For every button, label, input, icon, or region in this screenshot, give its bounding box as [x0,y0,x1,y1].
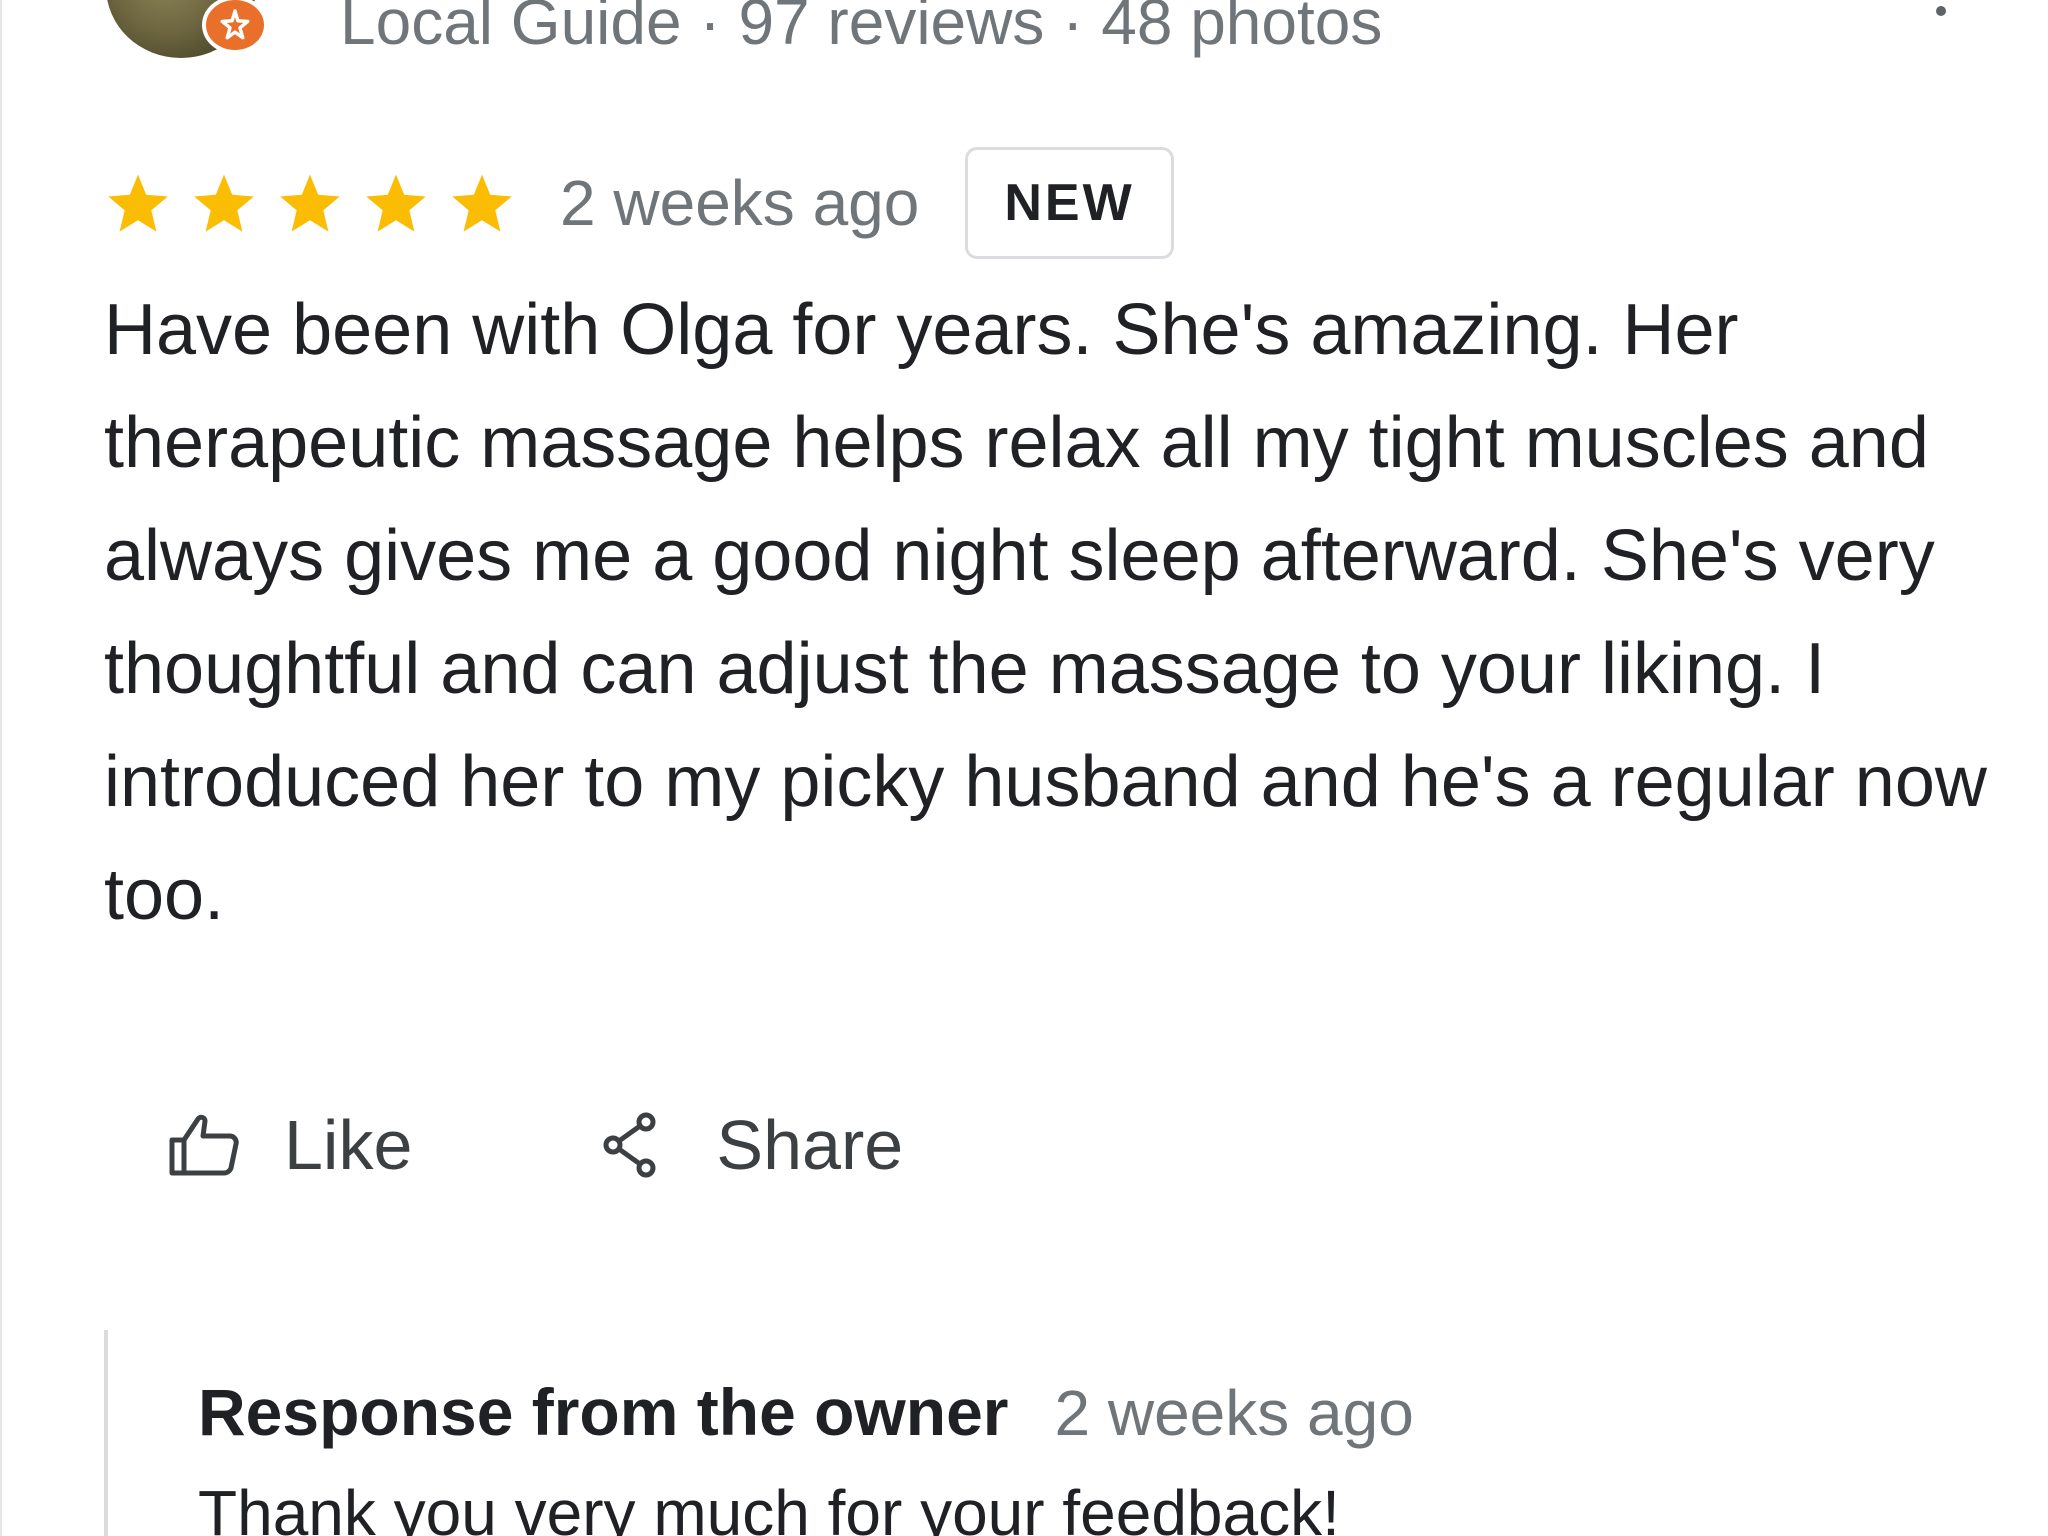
owner-response-text: Thank you very much for your feedback! [198,1477,1340,1536]
review-card: Local Guide · 97 reviews · 48 photos 2 w… [0,0,2048,1536]
menu-dot [1936,6,1946,16]
thumbs-up-icon [169,1114,239,1176]
review-date: 2 weeks ago [560,167,920,239]
star-icon [276,170,344,236]
review-text: Have been with Olga for years. She's ama… [104,290,1987,935]
star-icon [362,170,430,236]
share-button[interactable]: Share [602,1090,903,1200]
local-guide-badge-icon [202,0,268,54]
review-actions: Like Share [168,1090,903,1200]
owner-response-header: Response from the owner 2 weeks ago [198,1374,1414,1450]
new-badge: NEW [965,147,1174,259]
reviewer-meta[interactable]: Local Guide · 97 reviews · 48 photos [340,0,1382,60]
star-icon [190,170,258,236]
rating-row: 2 weeks ago NEW [104,146,1174,260]
owner-response-title: Response from the owner [198,1375,1009,1449]
share-label: Share [716,1106,904,1184]
share-icon [603,1112,656,1178]
star-icon [448,170,516,236]
owner-response-date: 2 weeks ago [1054,1377,1414,1449]
like-button[interactable]: Like [168,1090,412,1200]
owner-response: Response from the owner 2 weeks ago Than… [104,1330,2004,1536]
star-icon [104,170,172,236]
like-label: Like [284,1106,413,1184]
more-options-icon[interactable] [1926,0,1956,16]
star-rating [104,170,516,236]
star-burst-icon [220,9,250,40]
